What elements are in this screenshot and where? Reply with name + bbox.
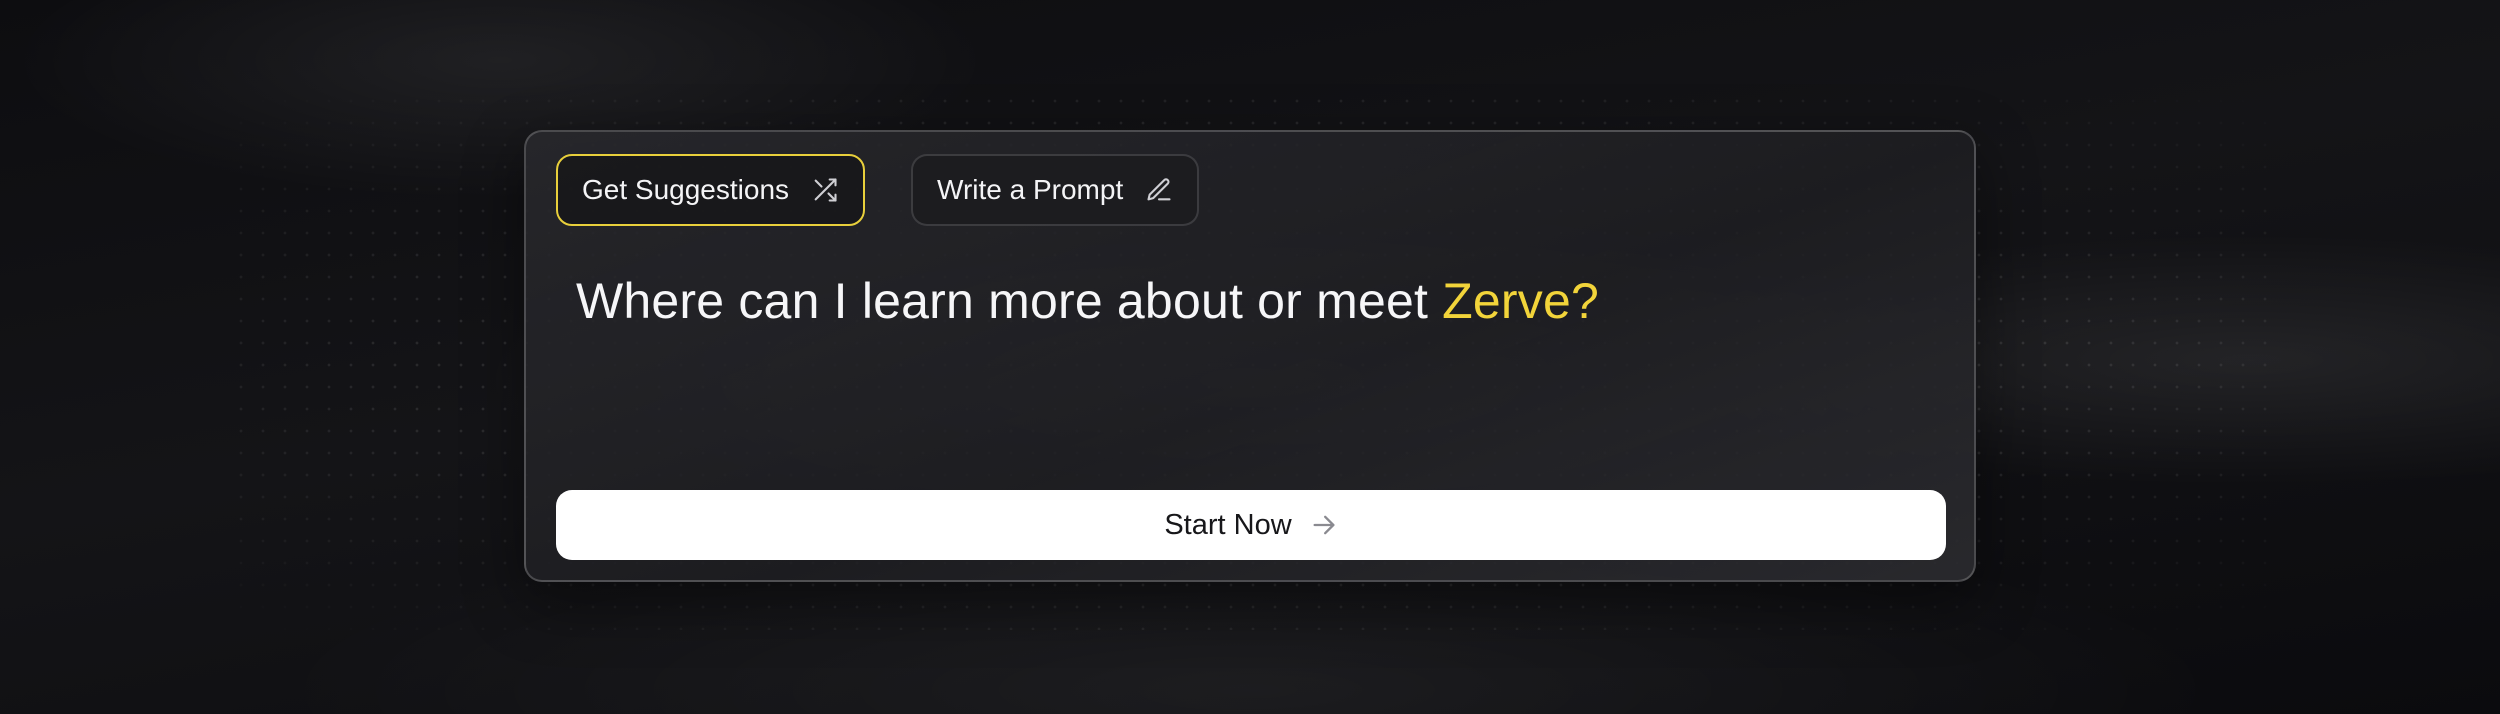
mode-tabs: Get Suggestions Write a Prompt xyxy=(556,154,1200,226)
prompt-card: Get Suggestions Write a Prompt Where can… xyxy=(524,130,1976,582)
tab-get-suggestions-label: Get Suggestions xyxy=(582,174,790,205)
shuffle-icon xyxy=(811,176,839,204)
arrow-right-icon xyxy=(1310,511,1338,539)
start-now-button[interactable]: Start Now xyxy=(556,490,1946,560)
prompt-highlight-text: Zerve? xyxy=(1442,273,1599,329)
start-now-label: Start Now xyxy=(1164,508,1292,541)
tab-get-suggestions[interactable]: Get Suggestions xyxy=(556,154,866,226)
suggested-prompt-text: Where can I learn more about or meet Zer… xyxy=(576,272,1599,330)
tab-write-a-prompt[interactable]: Write a Prompt xyxy=(911,154,1200,226)
prompt-main-text: Where can I learn more about or meet xyxy=(576,273,1429,329)
pencil-icon xyxy=(1145,176,1173,204)
page-background: Get Suggestions Write a Prompt Where can… xyxy=(0,0,2500,714)
tab-write-a-prompt-label: Write a Prompt xyxy=(937,174,1124,205)
